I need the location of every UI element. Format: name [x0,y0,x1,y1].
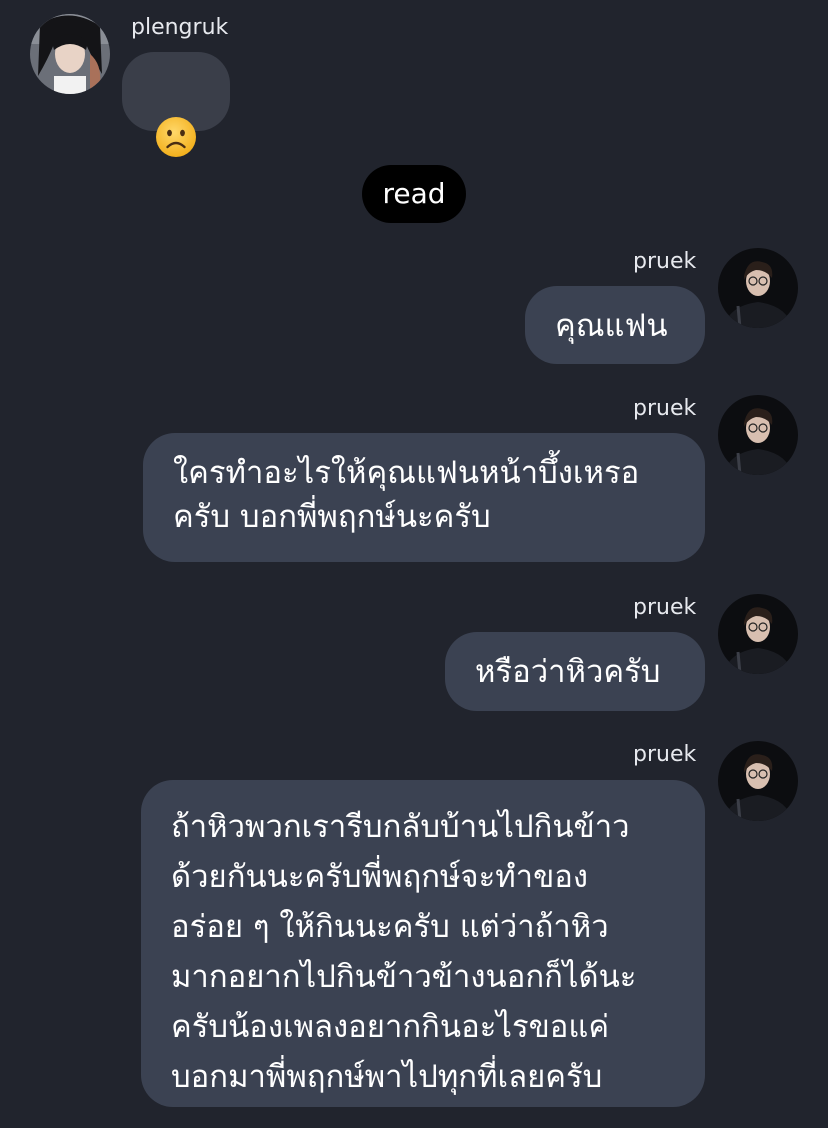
avatar-pruek-photo [718,248,798,328]
avatar-pruek[interactable] [718,395,798,475]
message-bubble[interactable]: หรือว่าหิวครับ [445,632,705,711]
sender-name: pruek [633,595,697,620]
chat-thread[interactable]: plengruk read pruek คุณแฟน pruek ใครทำอะ… [0,0,828,1128]
avatar-pruek[interactable] [718,741,798,821]
sender-name: pruek [633,249,697,274]
frowning-face-emoji-icon [155,72,197,170]
message-bubble[interactable]: ใครทำอะไรให้คุณแฟนหน้าบึ้งเหรอ ครับ บอกพ… [143,433,705,562]
sender-name: pruek [633,396,697,421]
avatar-pruek-photo [718,741,798,821]
message-bubble[interactable]: คุณแฟน [525,286,705,364]
read-status-badge: read [362,165,466,223]
avatar-plengruk[interactable] [30,14,110,94]
avatar-pruek-photo [718,395,798,475]
sender-name: pruek [633,742,697,767]
avatar-plengruk-photo [30,14,110,94]
avatar-pruek-photo [718,594,798,674]
message-bubble[interactable]: ถ้าหิวพวกเรารีบกลับบ้านไปกินข้าว ด้วยกัน… [141,780,705,1107]
sender-name: plengruk [131,15,229,40]
message-bubble[interactable] [122,52,230,157]
avatar-pruek[interactable] [718,248,798,328]
avatar-pruek[interactable] [718,594,798,674]
